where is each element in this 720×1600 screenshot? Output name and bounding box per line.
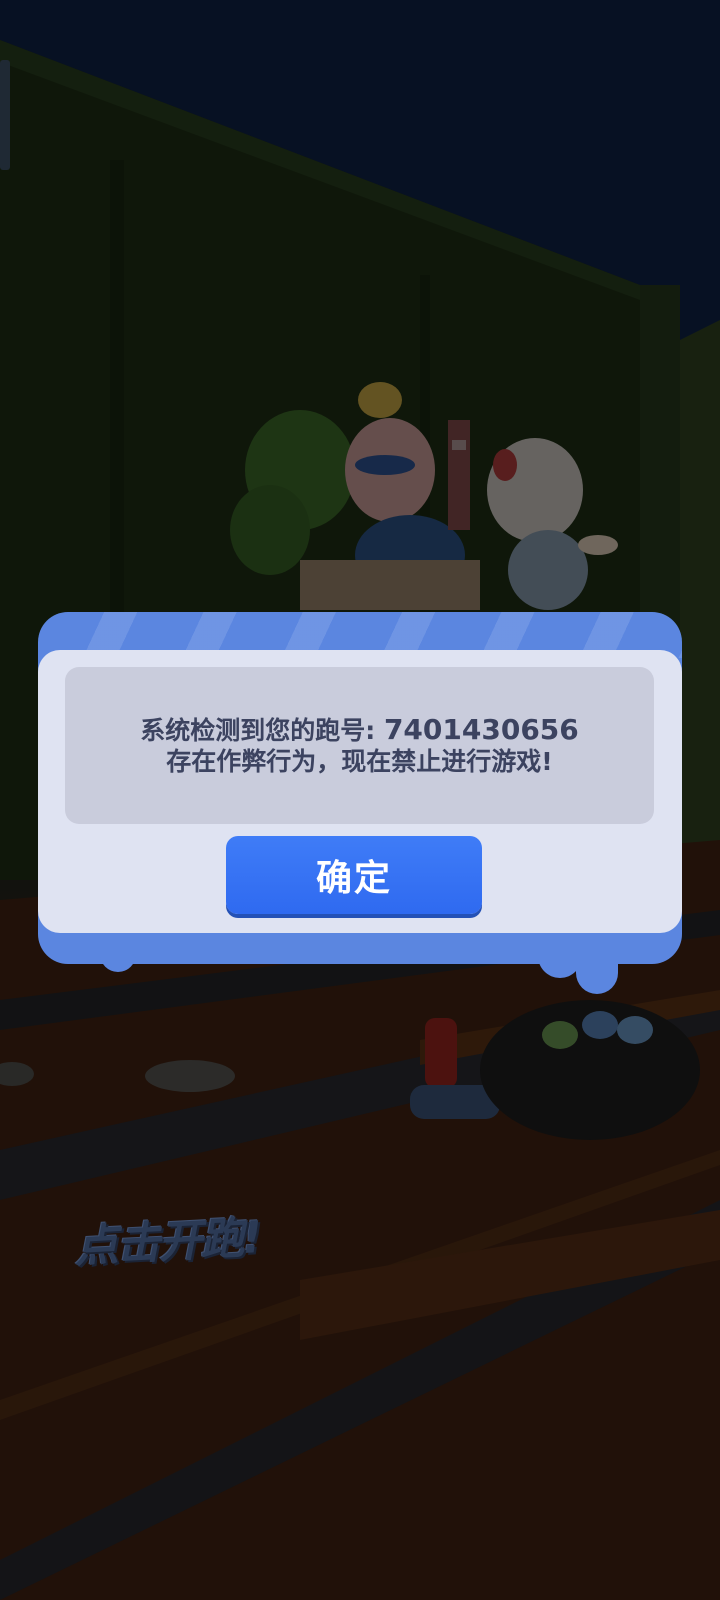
message-line-1-prefix: 系统检测到您的跑号: — [140, 716, 376, 745]
message-line-2: 存在作弊行为，现在禁止进行游戏! — [166, 747, 553, 776]
message-line-1: 系统检测到您的跑号: 7401430656 — [140, 714, 579, 746]
account-id: 7401430656 — [383, 713, 579, 746]
message-text: 系统检测到您的跑号: 7401430656 存在作弊行为，现在禁止进行游戏! — [140, 714, 579, 777]
confirm-button[interactable]: 确定 — [226, 836, 482, 914]
tap-to-run-hint: 点击开跑! — [73, 1212, 262, 1273]
dialog-body: 系统检测到您的跑号: 7401430656 存在作弊行为，现在禁止进行游戏! 确… — [38, 650, 682, 933]
cheat-warning-dialog: 系统检测到您的跑号: 7401430656 存在作弊行为，现在禁止进行游戏! 确… — [38, 612, 682, 994]
message-box: 系统检测到您的跑号: 7401430656 存在作弊行为，现在禁止进行游戏! — [65, 667, 654, 824]
confirm-button-label: 确定 — [315, 858, 392, 899]
dialog-drip — [576, 942, 618, 994]
game-screen[interactable]: 点击开跑! 系统检测到您的跑号: 7401430656 存在作弊行为，现在禁止进… — [0, 0, 720, 1600]
